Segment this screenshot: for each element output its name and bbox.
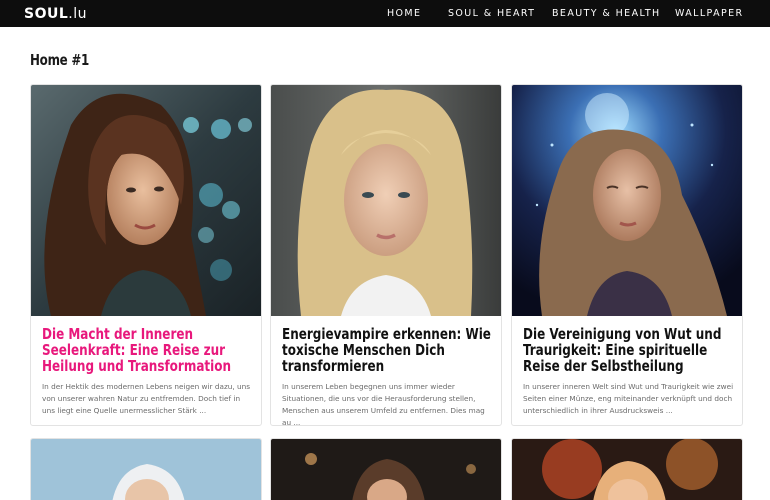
- post-title[interactable]: Die Macht der Inneren Seelenkraft: Eine …: [42, 326, 254, 374]
- post-card[interactable]: [511, 438, 743, 500]
- top-navigation-bar: SOUL.lu HOME SOUL & HEART BEAUTY & HEALT…: [0, 0, 770, 27]
- post-title[interactable]: Energievampire erkennen: Wie toxische Me…: [282, 326, 494, 374]
- post-card[interactable]: Die Macht der Inneren Seelenkraft: Eine …: [30, 84, 262, 426]
- post-thumbnail[interactable]: [512, 439, 743, 500]
- nav-item-soul-heart[interactable]: SOUL & HEART: [448, 8, 535, 19]
- post-card[interactable]: Energievampire erkennen: Wie toxische Me…: [270, 84, 502, 426]
- post-excerpt: In der Hektik des modernen Lebens neigen…: [42, 382, 251, 415]
- post-excerpt: In unserer inneren Welt sind Wut und Tra…: [523, 382, 734, 415]
- site-logo[interactable]: SOUL.lu: [24, 5, 87, 23]
- logo-light-text: .lu: [68, 6, 87, 22]
- post-card[interactable]: [270, 438, 502, 500]
- nav-item-home[interactable]: HOME: [387, 8, 421, 19]
- logo-bold-text: SOUL: [24, 6, 69, 22]
- post-thumbnail[interactable]: [31, 439, 262, 500]
- post-thumbnail[interactable]: [512, 85, 742, 316]
- post-thumbnail[interactable]: [31, 85, 261, 316]
- nav-item-beauty-health[interactable]: BEAUTY & HEALTH: [552, 8, 661, 19]
- post-title[interactable]: Die Vereinigung von Wut und Traurigkeit:…: [523, 326, 735, 374]
- post-card[interactable]: [30, 438, 262, 500]
- post-card[interactable]: Die Vereinigung von Wut und Traurigkeit:…: [511, 84, 743, 426]
- post-excerpt: In unserem Leben begegnen uns immer wied…: [282, 382, 485, 426]
- page-title: Home #1: [30, 51, 90, 69]
- post-thumbnail[interactable]: [271, 85, 501, 316]
- post-thumbnail[interactable]: [271, 439, 502, 500]
- nav-item-wallpaper[interactable]: WALLPAPER: [675, 8, 744, 19]
